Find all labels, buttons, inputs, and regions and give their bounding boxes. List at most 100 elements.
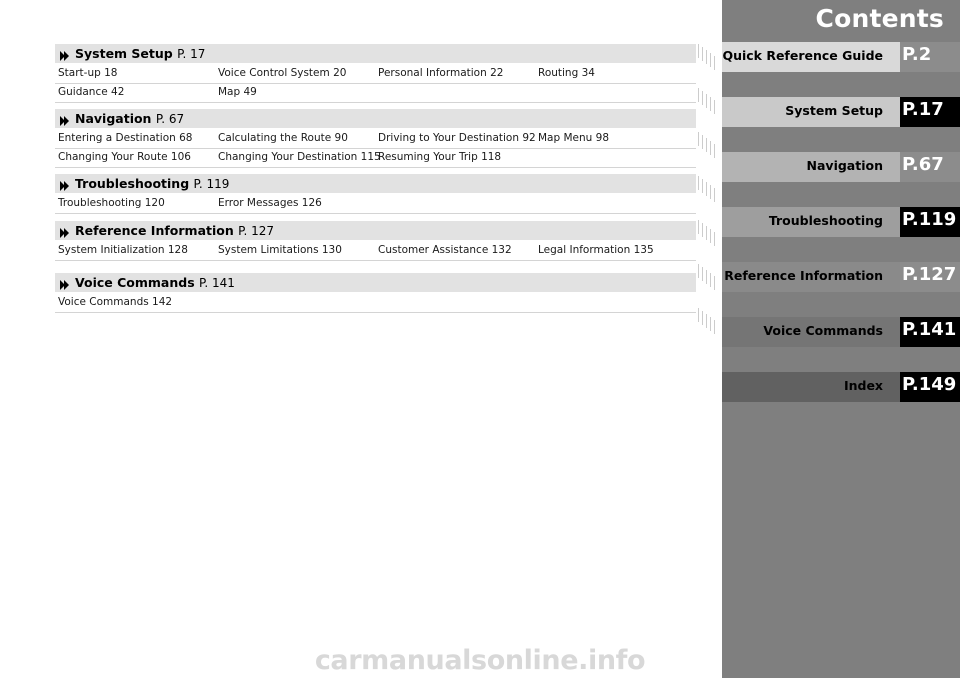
chapter-tab-page: P.67	[902, 154, 944, 175]
contents-entry[interactable]: Voice Commands 142	[58, 296, 172, 308]
chapter-tab-page: P.2	[902, 44, 932, 65]
chapter-tab-page: P.149	[902, 374, 957, 395]
section-header[interactable]: Voice Commands P. 141	[55, 273, 696, 292]
contents-entry[interactable]: Changing Your Destination 115	[218, 151, 381, 163]
page-title: Contents	[815, 4, 944, 33]
stair-mark	[702, 267, 703, 281]
stair-mark	[702, 311, 703, 325]
contents-entry[interactable]: Calculating the Route 90	[218, 132, 348, 144]
contents-row: Start-up 18 Voice Control System 20 Person…	[55, 65, 696, 84]
contents-row: Guidance 42 Map 49	[55, 84, 696, 103]
stair-mark	[706, 182, 707, 196]
contents-section: Voice Commands P. 141 Voice Commands 142	[55, 273, 696, 313]
stair-mark	[714, 232, 715, 246]
contents-entry[interactable]: Customer Assistance 132	[378, 244, 512, 256]
chapter-tab[interactable]: Quick Reference Guide P.2	[722, 42, 960, 72]
double-chevron-icon	[59, 177, 71, 191]
chapter-tab-page: P.119	[902, 209, 957, 230]
section-entries: Start-up 18 Voice Control System 20 Person…	[55, 65, 696, 103]
section-header[interactable]: Reference Information P. 127	[55, 221, 696, 240]
contents-entry[interactable]: System Initialization 128	[58, 244, 188, 256]
chapter-tab-page: P.17	[902, 99, 944, 120]
section-title-text: Troubleshooting	[75, 176, 190, 191]
section-page-ref: P. 119	[193, 177, 230, 191]
contents-row: Changing Your Route 106 Changing Your Des…	[55, 149, 696, 168]
double-chevron-icon	[59, 47, 71, 61]
contents-entry[interactable]: Voice Control System 20	[218, 67, 346, 79]
contents-entry[interactable]: Map 49	[218, 86, 257, 98]
contents-entry[interactable]: Changing Your Route 106	[58, 151, 191, 163]
stair-mark	[698, 308, 699, 322]
chapter-tab[interactable]: Index P.149	[722, 372, 960, 402]
stair-mark	[714, 144, 715, 158]
contents-entry[interactable]: Legal Information 135	[538, 244, 654, 256]
double-chevron-icon	[59, 224, 71, 238]
section-header[interactable]: Navigation P. 67	[55, 109, 696, 128]
stair-mark	[698, 44, 699, 58]
stair-mark	[706, 270, 707, 284]
stair-mark	[714, 188, 715, 202]
chapter-tab[interactable]: System Setup P.17	[722, 97, 960, 127]
contents-section: System Setup P. 17 Start-up 18 Voice Contr…	[55, 44, 696, 103]
section-title: Troubleshooting P. 119	[75, 176, 229, 191]
contents-entry[interactable]: System Limitations 130	[218, 244, 342, 256]
chapter-tab[interactable]: Reference Information P.127	[722, 262, 960, 292]
contents-section: Reference Information P. 127 System Initi…	[55, 221, 696, 261]
section-title-text: Reference Information	[75, 223, 234, 238]
stair-mark	[714, 56, 715, 70]
section-header[interactable]: Troubleshooting P. 119	[55, 174, 696, 193]
section-title-text: Navigation	[75, 111, 152, 126]
stair-mark	[702, 223, 703, 237]
stair-mark	[710, 229, 711, 243]
stair-mark	[710, 53, 711, 67]
section-page-ref: P. 67	[155, 112, 185, 126]
chapter-tab-label: System Setup	[785, 103, 883, 118]
section-entries: Troubleshooting 120 Error Messages 126	[55, 195, 696, 214]
contents-section: Navigation P. 67 Entering a Destination 6…	[55, 109, 696, 168]
contents-row: System Initialization 128 System Limitati…	[55, 242, 696, 261]
chapter-tab-label: Quick Reference Guide	[722, 48, 883, 63]
chapter-tab-page: P.141	[902, 319, 957, 340]
contents-entry[interactable]: Entering a Destination 68	[58, 132, 192, 144]
stair-mark	[706, 94, 707, 108]
section-title-text: Voice Commands	[75, 275, 195, 290]
stair-mark	[698, 264, 699, 278]
chapter-tab[interactable]: Troubleshooting P.119	[722, 207, 960, 237]
section-entries: Entering a Destination 68 Calculating the…	[55, 130, 696, 168]
stair-mark	[706, 226, 707, 240]
section-title: System Setup P. 17	[75, 46, 205, 61]
contents-row: Voice Commands 142	[55, 294, 696, 313]
section-title: Reference Information P. 127	[75, 223, 274, 238]
section-page-ref: P. 141	[199, 276, 235, 290]
stair-mark	[710, 185, 711, 199]
stair-mark	[698, 132, 699, 146]
stair-mark	[714, 100, 715, 114]
contents-entry[interactable]: Start-up 18	[58, 67, 117, 79]
section-header[interactable]: System Setup P. 17	[55, 44, 696, 63]
chapter-tab[interactable]: Navigation P.67	[722, 152, 960, 182]
watermark: carmanualsonline.info	[314, 645, 646, 676]
contents-entry[interactable]: Guidance 42	[58, 86, 124, 98]
section-entries: Voice Commands 142	[55, 294, 696, 313]
contents-row: Troubleshooting 120 Error Messages 126	[55, 195, 696, 214]
contents-entry[interactable]: Error Messages 126	[218, 197, 322, 209]
contents-entry[interactable]: Troubleshooting 120	[58, 197, 165, 209]
stair-mark	[702, 91, 703, 105]
stair-mark	[710, 97, 711, 111]
contents-entry[interactable]: Resuming Your Trip 118	[378, 151, 501, 163]
section-entries: System Initialization 128 System Limitati…	[55, 242, 696, 261]
chapter-tab-label: Reference Information	[724, 268, 883, 283]
chapter-tab-label: Navigation	[806, 158, 883, 173]
chapter-tab-label: Index	[843, 378, 883, 393]
stair-mark	[702, 135, 703, 149]
contents-entry[interactable]: Personal Information 22	[378, 67, 503, 79]
contents-entry[interactable]: Map Menu 98	[538, 132, 609, 144]
stair-mark	[706, 50, 707, 64]
contents-entry[interactable]: Driving to Your Destination 92	[378, 132, 536, 144]
contents-entry[interactable]: Routing 34	[538, 67, 595, 79]
stair-mark	[714, 320, 715, 334]
double-chevron-icon	[59, 276, 71, 290]
stair-mark	[714, 276, 715, 290]
double-chevron-icon	[59, 112, 71, 126]
chapter-tab[interactable]: Voice Commands P.141	[722, 317, 960, 347]
